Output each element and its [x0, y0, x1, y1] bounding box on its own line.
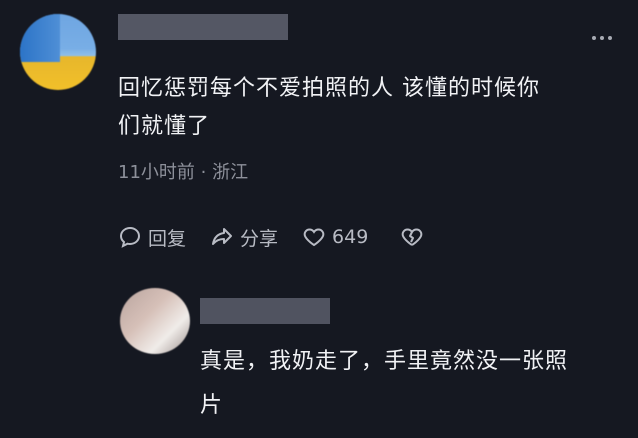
reply-text: 真是，我奶走了，手里竟然没一张照 片	[200, 340, 630, 428]
share-label: 分享	[240, 227, 279, 250]
reply-avatar[interactable]	[120, 288, 190, 354]
reply-username-blurred[interactable]	[200, 298, 330, 324]
dislike-button[interactable]	[400, 225, 424, 249]
comment-text-line-2: 们就懂了	[118, 114, 211, 139]
reply-label: 回复	[148, 227, 187, 250]
more-options-icon[interactable]	[592, 36, 612, 40]
comment-meta: 11小时前 · 浙江	[118, 162, 249, 183]
reply-button[interactable]: 回复	[118, 224, 186, 251]
like-count: 649	[332, 226, 369, 248]
comment-text: 回忆惩罚每个不爱拍照的人 该懂的时候你 们就懂了	[118, 70, 618, 146]
comment-text-line-1: 回忆惩罚每个不爱拍照的人 该懂的时候你	[118, 76, 540, 101]
like-button[interactable]: 649	[302, 225, 368, 249]
broken-heart-icon	[402, 228, 423, 246]
comment-username-blurred[interactable]	[118, 14, 288, 40]
share-button[interactable]: 分享	[210, 224, 278, 251]
reply-text-line-1: 真是，我奶走了，手里竟然没一张照	[200, 349, 569, 374]
comment-actions: 回复 分享 649	[118, 220, 424, 254]
reply-text-line-2: 片	[200, 393, 224, 418]
heart-icon	[303, 228, 325, 247]
share-arrow-icon	[212, 228, 233, 245]
comment-avatar[interactable]	[20, 14, 96, 90]
reply-bubble-icon	[119, 226, 141, 248]
